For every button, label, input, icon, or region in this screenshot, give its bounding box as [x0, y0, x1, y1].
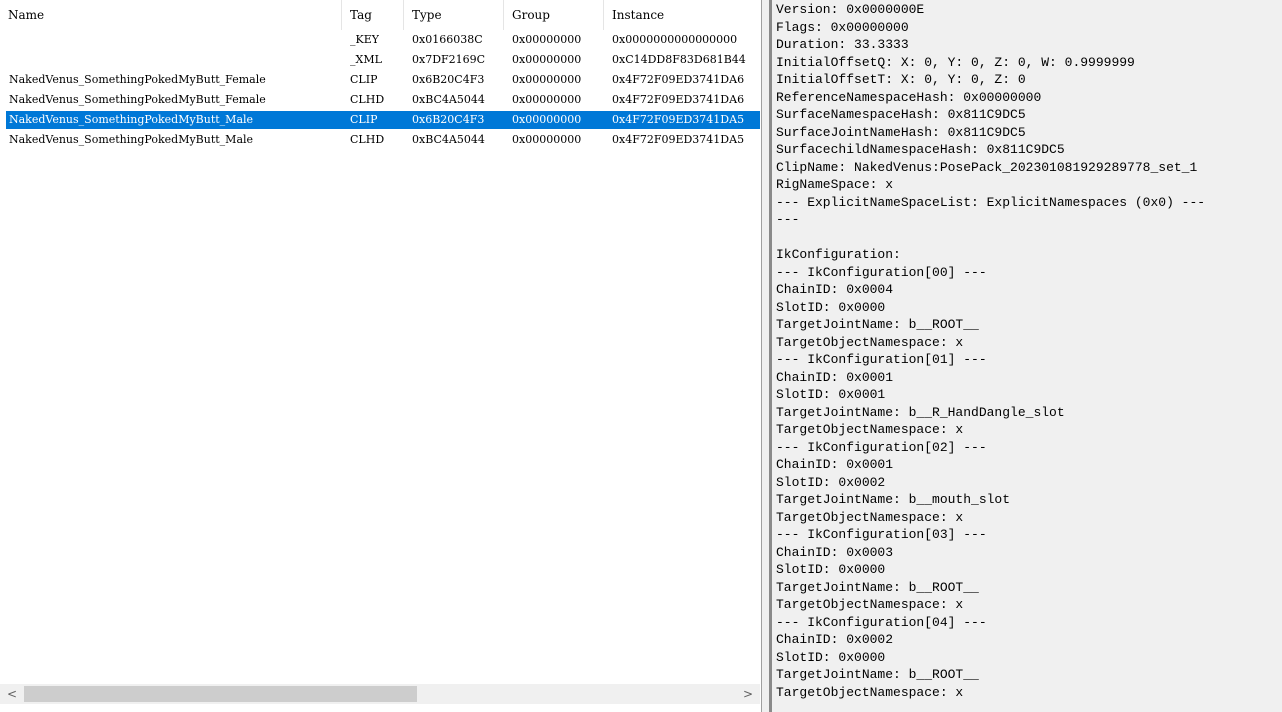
cell-tag: CLHD — [350, 93, 385, 106]
table-row[interactable]: _KEY 0x0166038C 0x00000000 0x00000000000… — [0, 30, 760, 50]
details-line: SlotID: 0x0000 — [776, 299, 886, 315]
scroll-left-icon[interactable]: < — [2, 684, 22, 704]
cell-instance: 0x0000000000000000 — [612, 33, 738, 46]
details-line — [776, 229, 1205, 247]
details-line: SurfacechildNamespaceHash: 0x811C9DC5 — [776, 142, 1065, 157]
details-text: Version: 0x0000000E Flags: 0x00000000 Dura… — [776, 1, 1205, 701]
cell-type: 0xBC4A5044 — [412, 93, 485, 106]
details-line: Version: 0x0000000E — [776, 2, 925, 17]
column-header-type[interactable]: Type — [404, 0, 504, 30]
details-line: TargetObjectNamespace: x — [776, 509, 964, 525]
table-row[interactable]: NakedVenus_SomethingPokedMyButt_Female C… — [0, 90, 760, 110]
cell-name: NakedVenus_SomethingPokedMyButt_Female — [9, 73, 266, 86]
resource-list-pane: Name Tag Type Group Instance _KEY 0x0166… — [0, 0, 762, 712]
table-row[interactable]: NakedVenus_SomethingPokedMyButt_Male CLI… — [0, 110, 760, 130]
details-line: SurfaceNamespaceHash: 0x811C9DC5 — [776, 107, 1026, 122]
details-line: --- IkConfiguration[00] --- — [776, 264, 987, 280]
cell-instance: 0x4F72F09ED3741DA6 — [612, 93, 745, 106]
details-line: TargetJointName: b__ROOT__ — [776, 667, 979, 682]
cell-name: NakedVenus_SomethingPokedMyButt_Male — [9, 133, 254, 146]
details-line: --- IkConfiguration[02] --- — [776, 439, 987, 455]
details-line: ChainID: 0x0004 — [776, 282, 894, 297]
scroll-thumb[interactable] — [24, 686, 417, 702]
details-pane[interactable]: Version: 0x0000000E Flags: 0x00000000 Dura… — [772, 0, 1282, 712]
details-line: Duration: 33.3333 — [776, 37, 909, 52]
cell-name — [9, 30, 339, 50]
cell-name: NakedVenus_SomethingPokedMyButt_Male — [9, 113, 254, 126]
details-line: ClipName: NakedVenus:PosePack_2023010819… — [776, 159, 1198, 175]
cell-tag: _KEY — [350, 33, 380, 46]
cell-type: 0x7DF2169C — [412, 53, 486, 66]
details-line: SurfaceJointNameHash: 0x811C9DC5 — [776, 124, 1026, 140]
details-line: InitialOffsetT: X: 0, Y: 0, Z: 0 — [776, 72, 1026, 87]
cell-type: 0xBC4A5044 — [412, 133, 485, 146]
details-line: ChainID: 0x0003 — [776, 544, 894, 560]
details-line: TargetJointName: b__R_HandDangle_slot — [776, 404, 1065, 420]
cell-tag: _XML — [350, 53, 382, 66]
details-line: InitialOffsetQ: X: 0, Y: 0, Z: 0, W: 0.9… — [776, 54, 1135, 70]
details-line: SlotID: 0x0002 — [776, 474, 886, 490]
cell-tag: CLHD — [350, 133, 385, 146]
horizontal-scrollbar[interactable]: < > — [0, 684, 760, 704]
cell-name — [9, 50, 339, 70]
cell-type: 0x6B20C4F3 — [412, 73, 485, 86]
cell-instance: 0xC14DD8F83D681B44 — [612, 53, 746, 66]
details-line: --- IkConfiguration[01] --- — [776, 352, 987, 367]
column-header-group[interactable]: Group — [504, 0, 604, 30]
details-line: TargetObjectNamespace: x — [776, 334, 964, 350]
cell-instance: 0x4F72F09ED3741DA5 — [612, 133, 745, 146]
cell-type: 0x0166038C — [412, 33, 483, 46]
table-row[interactable]: NakedVenus_SomethingPokedMyButt_Male CLH… — [0, 130, 760, 150]
pane-splitter[interactable] — [762, 0, 772, 712]
details-line: SlotID: 0x0001 — [776, 387, 886, 402]
cell-group: 0x00000000 — [512, 113, 582, 126]
details-line: --- — [776, 212, 800, 227]
details-line: TargetObjectNamespace: x — [776, 684, 964, 700]
details-line: --- IkConfiguration[03] --- — [776, 527, 987, 542]
cell-tag: CLIP — [350, 73, 378, 86]
table-row[interactable]: NakedVenus_SomethingPokedMyButt_Female C… — [0, 70, 760, 90]
details-line: TargetObjectNamespace: x — [776, 422, 964, 437]
details-line: --- IkConfiguration[04] --- — [776, 614, 987, 630]
cell-group: 0x00000000 — [512, 73, 582, 86]
details-line: ChainID: 0x0002 — [776, 632, 894, 647]
column-header-tag[interactable]: Tag — [342, 0, 404, 30]
cell-tag: CLIP — [350, 113, 378, 126]
table-row[interactable]: _XML 0x7DF2169C 0x00000000 0xC14DD8F83D6… — [0, 50, 760, 70]
details-line: IkConfiguration: — [776, 247, 901, 262]
list-header: Name Tag Type Group Instance — [0, 0, 760, 30]
scroll-right-icon[interactable]: > — [738, 684, 758, 704]
details-line: ChainID: 0x0001 — [776, 369, 894, 385]
cell-group: 0x00000000 — [512, 33, 582, 46]
details-line: TargetJointName: b__ROOT__ — [776, 579, 979, 595]
cell-group: 0x00000000 — [512, 133, 582, 146]
column-header-instance[interactable]: Instance — [604, 0, 760, 30]
cell-name: NakedVenus_SomethingPokedMyButt_Female — [9, 93, 266, 106]
details-line: SlotID: 0x0000 — [776, 562, 886, 577]
column-header-name[interactable]: Name — [0, 0, 342, 30]
cell-group: 0x00000000 — [512, 53, 582, 66]
details-line: ChainID: 0x0001 — [776, 457, 894, 472]
cell-instance: 0x4F72F09ED3741DA5 — [612, 113, 745, 126]
details-line: TargetObjectNamespace: x — [776, 597, 964, 612]
details-line: SlotID: 0x0000 — [776, 649, 886, 665]
details-line: TargetJointName: b__mouth_slot — [776, 492, 1011, 507]
details-line: ReferenceNamespaceHash: 0x00000000 — [776, 89, 1042, 105]
cell-group: 0x00000000 — [512, 93, 582, 106]
cell-type: 0x6B20C4F3 — [412, 113, 485, 126]
details-line: TargetJointName: b__ROOT__ — [776, 317, 979, 332]
resource-rows: _KEY 0x0166038C 0x00000000 0x00000000000… — [0, 30, 760, 150]
cell-instance: 0x4F72F09ED3741DA6 — [612, 73, 745, 86]
details-line: RigNameSpace: x — [776, 177, 894, 192]
details-line: Flags: 0x00000000 — [776, 19, 909, 35]
details-line: --- ExplicitNameSpaceList: ExplicitNames… — [776, 194, 1206, 210]
